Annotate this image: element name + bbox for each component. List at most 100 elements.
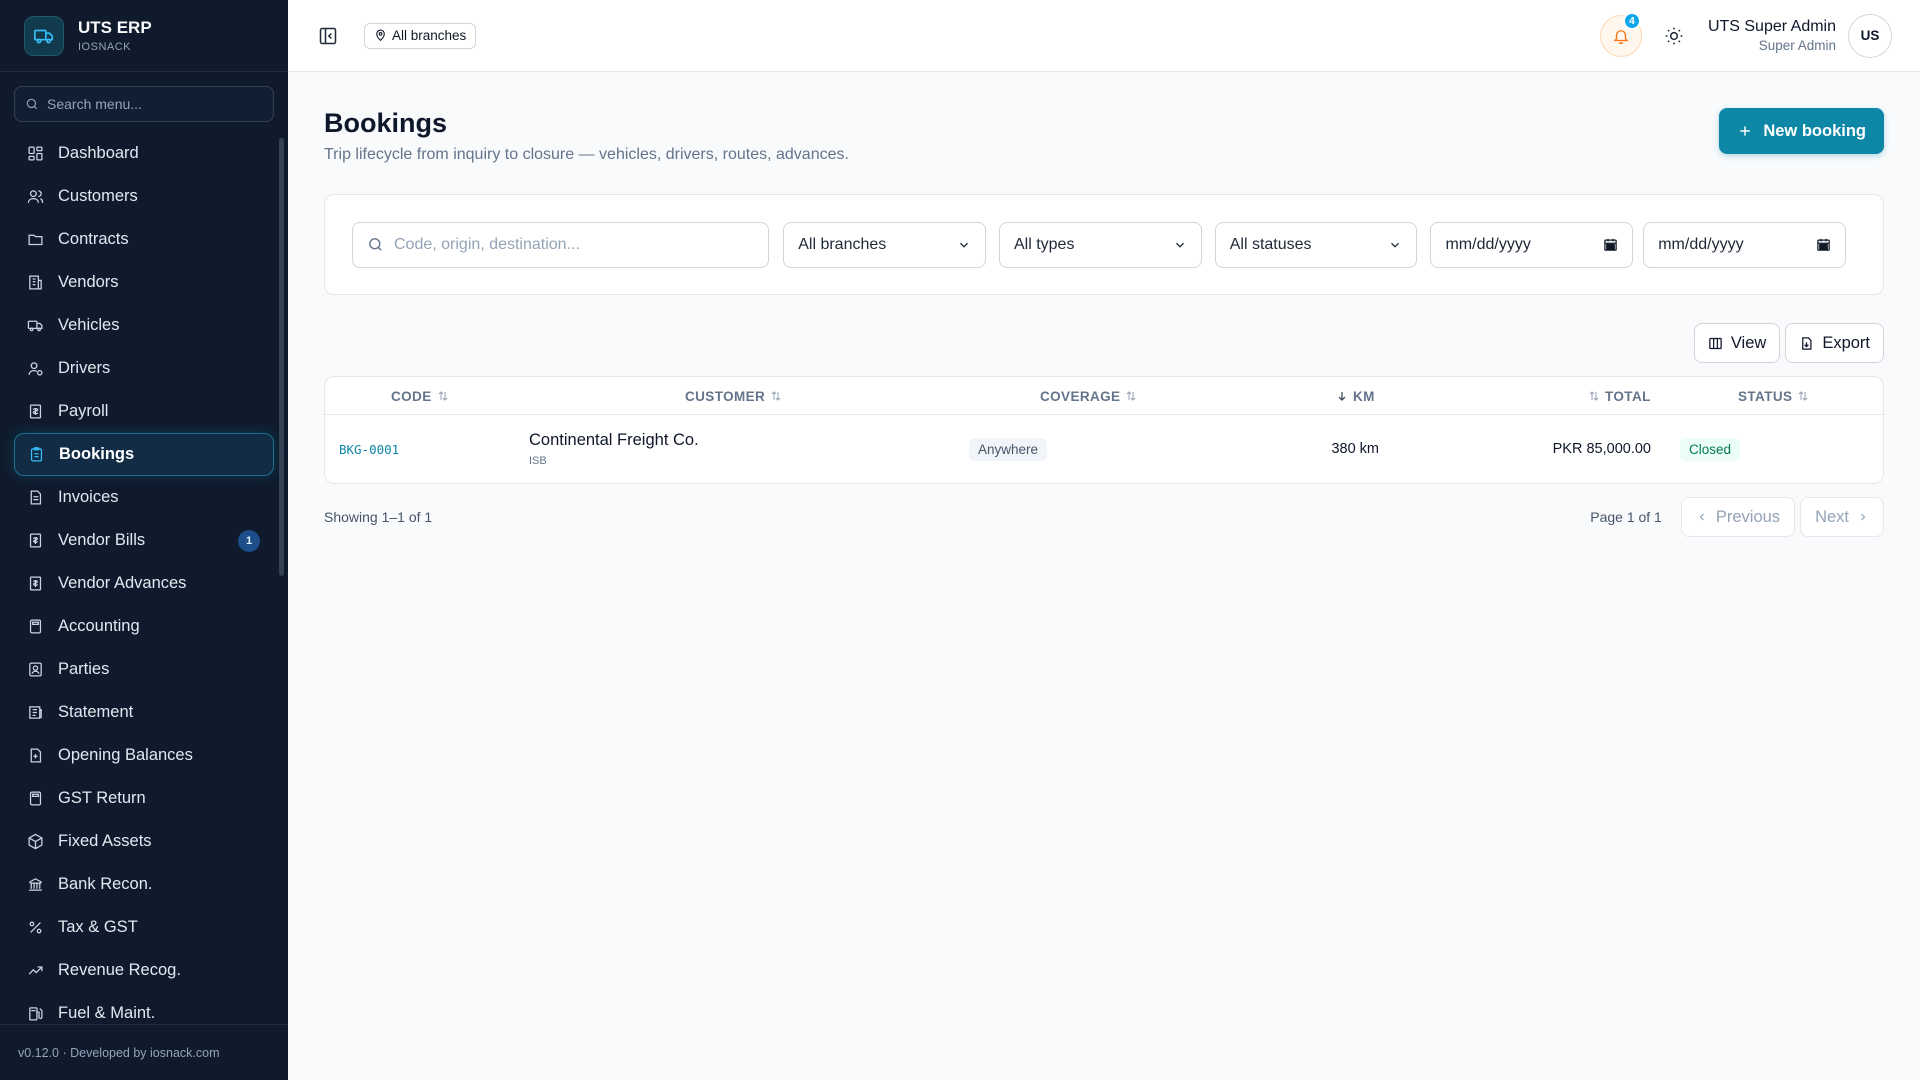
booking-search-input[interactable]: Code, origin, destination... [352,221,770,268]
search-icon [367,236,384,253]
sidebar-item-label: GST Return [58,789,146,807]
user-info[interactable]: UTS Super Admin Super Admin [1708,18,1836,53]
bill-icon [26,532,44,550]
brand[interactable]: UTS ERP IOSNACK [0,0,288,72]
advance-icon [26,575,44,593]
sidebar-toggle-button[interactable] [316,24,340,48]
users-icon [26,188,44,206]
page-title: Bookings [324,108,448,138]
sidebar-item-label: Vendors [58,273,119,291]
chevron-right-icon [1857,511,1869,523]
sidebar-item-vendor-advances[interactable]: Vendor Advances [14,562,274,605]
search-icon [25,97,39,111]
sidebar-item-bank-recon[interactable]: Bank Recon. [14,863,274,906]
notifications-button[interactable]: 4 [1599,11,1642,57]
column-header-label: TOTAL [1605,388,1651,404]
sidebar-item-bookings[interactable]: Bookings [14,433,274,476]
customer-code: ISB [529,455,547,467]
view-label: View [1730,333,1767,352]
calendar-icon[interactable] [1816,237,1831,252]
sidebar-item-label: Fixed Assets [58,832,152,850]
view-columns-button[interactable]: View [1693,323,1781,363]
sidebar-item-gst-return[interactable]: GST Return [14,777,274,820]
date-to-input[interactable]: mm/dd/yyyy [1643,221,1846,268]
topbar: All branches 4 UTS Super Admin Super Adm… [288,0,1920,72]
branch-selector-chip[interactable]: All branches [364,22,477,49]
sidebar-item-customers[interactable]: Customers [14,175,274,218]
avatar[interactable]: US [1848,13,1892,58]
sidebar-item-vehicles[interactable]: Vehicles [14,304,274,347]
sort-icon [437,390,449,402]
truck-icon [26,317,44,335]
sidebar-item-label: Invoices [58,488,119,506]
sun-icon [1664,26,1684,46]
column-header-code[interactable]: CODE [391,377,449,415]
sidebar-item-accounting[interactable]: Accounting [14,605,274,648]
status-filter-select[interactable]: All statuses [1214,221,1418,268]
page-subtitle: Trip lifecycle from inquiry to closure —… [324,146,849,163]
search-placeholder: Code, origin, destination... [394,235,580,253]
column-header-km[interactable]: KM [1336,377,1375,415]
calendar-icon[interactable] [1603,237,1618,252]
document-icon [26,489,44,507]
sidebar-item-invoices[interactable]: Invoices [14,476,274,519]
sidebar-item-parties[interactable]: Parties [14,648,274,691]
calculator-icon [26,790,44,808]
chevron-down-icon [1173,238,1187,252]
sidebar-item-tax-gst[interactable]: Tax & GST [14,906,274,949]
sidebar-footer: v0.12.0 · Developed by iosnack.com [0,1024,288,1080]
clipboard-icon [27,446,45,464]
bell-icon [1612,27,1630,45]
branch-filter-select[interactable]: All branches [783,221,986,268]
sidebar-item-fixed-assets[interactable]: Fixed Assets [14,820,274,863]
column-header-customer[interactable]: CUSTOMER [685,377,782,415]
column-header-coverage[interactable]: COVERAGE [1040,377,1137,415]
sidebar-item-opening-balances[interactable]: Opening Balances [14,734,274,777]
theme-toggle-button[interactable] [1656,18,1692,54]
sidebar-search-placeholder: Search menu... [47,96,142,112]
new-booking-button[interactable]: New booking [1719,108,1884,154]
column-header-label: CODE [391,388,432,404]
sidebar-search-input[interactable]: Search menu... [14,86,274,122]
sidebar-scrollbar[interactable] [279,138,284,576]
previous-page-button[interactable]: Previous [1680,497,1796,537]
column-header-label: STATUS [1738,388,1793,404]
building-icon [26,274,44,292]
column-header-total[interactable]: TOTAL [1588,377,1651,415]
sidebar-item-dashboard[interactable]: Dashboard [14,132,274,175]
date-from-input[interactable]: mm/dd/yyyy [1430,221,1634,268]
vendor-bills-badge: 1 [238,529,260,552]
sidebar-item-label: Drivers [58,359,111,377]
brand-title: UTS ERP [78,18,152,37]
sidebar-item-label: Bank Recon. [58,875,153,893]
sort-icon [1125,390,1137,402]
next-page-button[interactable]: Next [1800,497,1884,537]
file-plus-icon [26,747,44,765]
page-info: Page 1 of 1 [1590,509,1662,525]
sidebar-item-payroll[interactable]: Payroll [14,390,274,433]
customer-name: Continental Freight Co. [529,431,699,449]
type-filter-select[interactable]: All types [998,221,1202,268]
sidebar-item-drivers[interactable]: Drivers [14,347,274,390]
sort-icon [1797,390,1809,402]
sidebar-item-vendors[interactable]: Vendors [14,261,274,304]
export-button[interactable]: Export [1785,323,1884,363]
export-label: Export [1822,333,1870,352]
user-name: UTS Super Admin [1707,18,1836,35]
sidebar-item-label: Parties [58,660,110,678]
column-header-status[interactable]: STATUS [1738,377,1809,415]
sidebar-item-contracts[interactable]: Contracts [14,218,274,261]
column-header-label: KM [1353,388,1375,404]
sidebar-item-vendor-bills[interactable]: Vendor Bills 1 [14,519,274,562]
sidebar-item-label: Dashboard [58,144,139,162]
sidebar-item-fuel-maint[interactable]: Fuel & Maint. [14,992,274,1024]
table-row[interactable]: BKG-0001 Continental Freight Co. ISB Any… [325,415,1883,483]
arrow-down-icon [1336,390,1348,402]
branch-filter-value: All branches [798,235,887,253]
sidebar-item-revenue-recog[interactable]: Revenue Recog. [14,949,274,992]
statement-icon [26,704,44,722]
booking-code-link[interactable]: BKG-0001 [339,442,399,457]
showing-count: Showing 1–1 of 1 [324,509,433,525]
sidebar-item-label: Bookings [59,445,135,463]
sidebar-item-statement[interactable]: Statement [14,691,274,734]
